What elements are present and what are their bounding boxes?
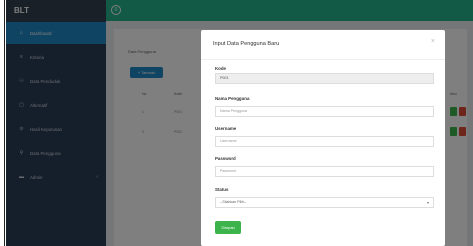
modal-title: Input Data Pengguna Baru — [213, 41, 280, 47]
username-field[interactable]: Username — [215, 136, 434, 147]
username-label: Username — [215, 126, 237, 131]
close-icon[interactable]: × — [431, 38, 435, 45]
password-label: Password — [215, 156, 236, 161]
nama-pengguna-field[interactable]: Nama Pengguna — [215, 106, 434, 117]
kode-field[interactable]: P003 — [215, 73, 434, 84]
app-window: BLT ⌂Dashboard≡Kriteria⚇Data Penduduk▢Al… — [6, 0, 473, 246]
chevron-down-icon: ▾ — [426, 200, 429, 205]
kode-label: Kode — [215, 66, 226, 71]
status-select-value: --Silahkan Pilih-- — [220, 200, 247, 204]
status-select[interactable]: --Silahkan Pilih-- ▾ — [215, 197, 434, 208]
password-field[interactable]: Password — [215, 166, 434, 177]
modal-header: Input Data Pengguna Baru × — [201, 30, 445, 60]
save-button[interactable]: Simpan — [215, 221, 241, 234]
add-user-modal: Input Data Pengguna Baru × Kode P003 Nam… — [201, 30, 445, 246]
status-label: Status — [215, 187, 229, 192]
nama-pengguna-label: Nama Pengguna — [215, 96, 250, 101]
